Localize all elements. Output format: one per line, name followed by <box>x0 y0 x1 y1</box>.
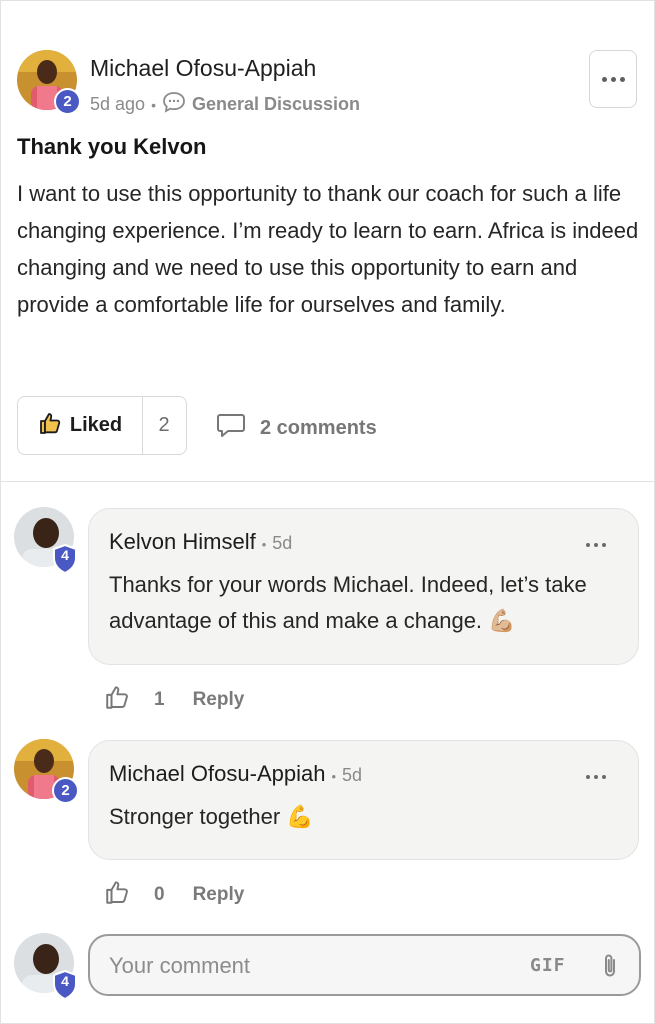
post-more-button[interactable] <box>589 50 637 108</box>
comment-like-count: 1 <box>154 689 165 710</box>
like-toggle[interactable]: Liked <box>18 397 143 454</box>
post-author-name[interactable]: Michael Ofosu-Appiah <box>90 55 316 82</box>
post-meta: 5d ago • General Discussion <box>90 91 360 118</box>
comment-bubble: Michael Ofosu-Appiah • 5d Stronger toget… <box>88 740 639 860</box>
comments-count-label: 2 comments <box>260 416 377 439</box>
section-divider <box>0 481 655 482</box>
comment-more-button[interactable] <box>586 543 606 547</box>
comment-level-badge: 4 <box>52 544 78 574</box>
like-button[interactable]: Liked 2 <box>17 396 187 455</box>
post-title: Thank you Kelvon <box>17 134 207 159</box>
chat-bubble-icon <box>162 91 186 118</box>
comment-icon <box>216 412 246 444</box>
comment-separator: • <box>331 769 337 784</box>
comment-text: Thanks for your words Michael. Indeed, l… <box>109 572 587 633</box>
reply-button[interactable]: Reply <box>193 884 245 906</box>
thumbs-up-icon[interactable] <box>104 683 132 717</box>
post-time: 5d ago <box>90 94 146 114</box>
comment-author[interactable]: Michael Ofosu-Appiah <box>109 761 325 787</box>
comment-level-number: 4 <box>61 547 69 563</box>
author-level-number: 2 <box>63 93 72 110</box>
comment-separator: • <box>261 537 267 552</box>
comment-bubble: Kelvon Himself • 5d Thanks for your word… <box>88 508 639 665</box>
comments-link[interactable]: 2 comments <box>216 412 377 444</box>
current-user-level-number: 4 <box>61 973 69 989</box>
comment-time: 5d <box>342 765 363 785</box>
like-count[interactable]: 2 <box>142 397 186 454</box>
liked-label: Liked <box>69 414 123 436</box>
reply-button[interactable]: Reply <box>193 689 245 711</box>
comment-level-number: 2 <box>61 782 70 799</box>
author-level-badge: 2 <box>54 88 81 115</box>
thumbs-up-icon[interactable] <box>104 878 132 912</box>
comment-like-count: 0 <box>154 884 165 905</box>
post-body: I want to use this opportunity to thank … <box>17 181 639 317</box>
comment-header: Michael Ofosu-Appiah • 5d <box>109 761 362 787</box>
gif-button[interactable]: GIF <box>530 955 566 976</box>
comment-more-button[interactable] <box>586 775 606 779</box>
comment-actions: 1 Reply <box>104 683 244 717</box>
comment-input-placeholder: Your comment <box>109 953 251 978</box>
current-user-level-badge: 4 <box>52 970 78 1000</box>
comment-actions: 0 Reply <box>104 878 244 912</box>
paperclip-icon[interactable] <box>600 952 620 985</box>
comment-text: Stronger together 💪 <box>109 804 314 829</box>
comment-author[interactable]: Kelvon Himself <box>109 529 256 555</box>
comment-header: Kelvon Himself • 5d <box>109 529 292 555</box>
comment-input[interactable]: Your comment GIF <box>88 934 641 996</box>
meta-separator: • <box>151 96 156 113</box>
comment-time: 5d <box>272 533 293 553</box>
more-horizontal-icon <box>601 76 625 82</box>
comment-level-badge: 2 <box>52 777 79 804</box>
post-category-link[interactable]: General Discussion <box>192 94 360 115</box>
thumbs-up-icon <box>38 410 64 441</box>
